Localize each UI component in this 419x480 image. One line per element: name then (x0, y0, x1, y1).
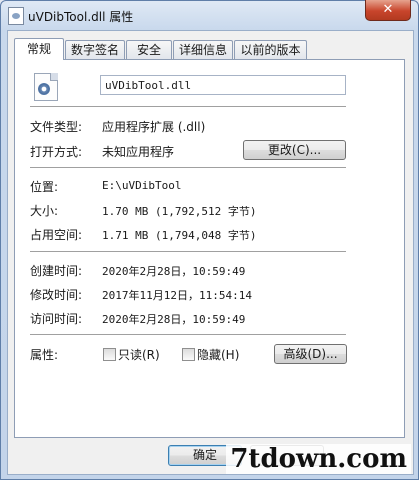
accessed-value: 2020年2月28日，10:59:49 (102, 313, 246, 326)
size-on-disk-value: 1.71 MB (1,794,048 字节) (102, 229, 257, 242)
tab-previous-versions[interactable]: 以前的版本 (234, 40, 307, 59)
divider (30, 167, 346, 169)
change-button[interactable]: 更改(C)... (243, 140, 346, 160)
created-label: 创建时间: (30, 264, 83, 278)
hidden-checkbox[interactable] (182, 348, 195, 361)
size-value: 1.70 MB (1,792,512 字节) (102, 205, 257, 218)
tab-digital-signatures[interactable]: 数字签名 (65, 40, 125, 59)
divider (30, 106, 346, 108)
general-panel (14, 59, 405, 438)
tab-security[interactable]: 安全 (126, 40, 172, 59)
dll-file-icon (8, 7, 24, 25)
file-type-value: 应用程序扩展 (.dll) (102, 120, 206, 134)
divider (30, 251, 346, 253)
gear-icon (38, 83, 50, 95)
tab-details[interactable]: 详细信息 (173, 40, 233, 59)
window-title: uVDibTool.dll 属性 (28, 10, 134, 24)
file-icon (34, 73, 58, 101)
created-value: 2020年2月28日，10:59:49 (102, 265, 246, 278)
advanced-button[interactable]: 高级(D)... (274, 344, 347, 364)
title-bar[interactable]: uVDibTool.dll 属性 ✕ (0, 0, 419, 30)
tab-general[interactable]: 常规 (14, 38, 64, 60)
file-name-field[interactable]: uVDibTool.dll (100, 75, 346, 95)
modified-value: 2017年11月12日，11:54:14 (102, 289, 252, 302)
opens-with-value: 未知应用程序 (102, 145, 175, 159)
accessed-label: 访问时间: (30, 312, 83, 326)
file-type-label: 文件类型: (30, 120, 83, 134)
divider (30, 334, 346, 336)
opens-with-label: 打开方式: (30, 145, 83, 159)
site-watermark: 7tdown.com (226, 444, 411, 474)
readonly-checkbox[interactable] (103, 348, 116, 361)
hidden-label[interactable]: 隐藏(H) (197, 346, 239, 363)
location-value: E:\uVDibTool (102, 179, 182, 192)
modified-label: 修改时间: (30, 288, 83, 302)
size-on-disk-label: 占用空间: (30, 228, 83, 242)
readonly-label[interactable]: 只读(R) (118, 346, 160, 363)
close-button[interactable]: ✕ (365, 0, 411, 21)
attributes-label: 属性: (30, 348, 59, 362)
size-label: 大小: (30, 204, 59, 218)
location-label: 位置: (30, 180, 59, 194)
